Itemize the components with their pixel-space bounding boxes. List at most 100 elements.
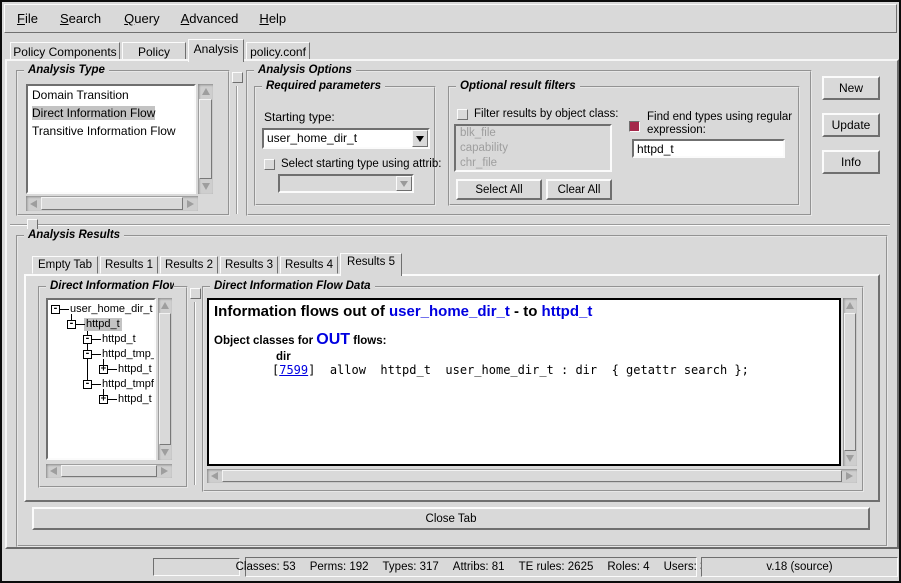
tree-node-selected[interactable]: - httpd_t [48, 317, 154, 332]
data-vscrollbar[interactable] [843, 298, 857, 466]
tab-policy-rules[interactable]: Policy Rules [122, 42, 186, 60]
tab-policy-components[interactable]: Policy Components [10, 42, 120, 60]
scroll-up-icon[interactable] [199, 85, 212, 98]
stat-users: Users: 3 [664, 561, 707, 573]
vertical-sash-line [236, 86, 238, 214]
tree-node[interactable]: - httpd_tmpfs_t [48, 377, 154, 392]
list-item[interactable]: Transitive Information Flow [28, 122, 194, 140]
update-button[interactable]: Update [822, 113, 880, 137]
scroll-left-icon[interactable] [27, 197, 40, 210]
tree-node-label[interactable]: user_home_dir_t [68, 303, 155, 316]
tree-node-label[interactable]: httpd_t [100, 333, 138, 346]
vertical-sash-handle[interactable] [232, 72, 243, 83]
analysis-type-vscrollbar[interactable] [198, 84, 213, 194]
scrollbar-thumb[interactable] [222, 470, 842, 482]
flow-header: Information flows out of user_home_dir_t… [214, 303, 834, 320]
tab-analysis[interactable]: Analysis [188, 39, 244, 62]
tree-node[interactable]: + httpd_t [48, 392, 154, 407]
regex-input[interactable] [632, 139, 785, 158]
scroll-up-icon[interactable] [159, 299, 171, 312]
tab-results-1[interactable]: Results 1 [100, 256, 158, 274]
tree-node[interactable]: - user_home_dir_t [48, 302, 154, 317]
tree-node[interactable]: + httpd_t [48, 362, 154, 377]
status-version-panel: v.18 (source) [701, 557, 898, 577]
tree-expand-icon[interactable]: - [83, 335, 92, 344]
scrollbar-thumb[interactable] [159, 313, 171, 445]
flow-tree: - user_home_dir_t - httpd_t - httpd_t - … [46, 298, 156, 460]
new-button[interactable]: New [822, 76, 880, 100]
tree-expand-icon[interactable]: + [99, 365, 108, 374]
analysis-type-hscrollbar[interactable] [26, 196, 198, 211]
tab-results-5[interactable]: Results 5 [340, 253, 402, 276]
list-item: capability [456, 141, 610, 156]
scroll-down-icon[interactable] [159, 446, 171, 459]
menu-file[interactable]: File [13, 9, 42, 28]
attrib-checkbox-label[interactable]: Select starting type using attrib: [281, 158, 441, 170]
analysis-options-title: Analysis Options [254, 64, 356, 76]
select-all-button[interactable]: Select All [456, 179, 542, 200]
tree-vscrollbar[interactable] [158, 298, 172, 460]
scroll-right-icon[interactable] [184, 197, 197, 210]
scroll-up-icon[interactable] [844, 299, 856, 312]
results-sash-handle[interactable] [190, 288, 201, 299]
filter-object-class-checkbox[interactable] [457, 109, 468, 120]
tree-expand-icon[interactable]: - [51, 305, 60, 314]
scroll-left-icon[interactable] [47, 465, 60, 477]
list-item[interactable]: Domain Transition [28, 86, 194, 104]
close-tab-button[interactable]: Close Tab [32, 507, 870, 530]
tab-policy-conf[interactable]: policy.conf [246, 42, 310, 60]
tree-node-label[interactable]: httpd_tmpfs_t [100, 378, 156, 391]
starting-type-combobox[interactable]: user_home_dir_t [262, 128, 430, 149]
stat-classes: Classes: 53 [236, 561, 296, 573]
regex-checkbox-label[interactable]: Find end types using regular expression: [647, 111, 793, 137]
list-item: chr_file [456, 156, 610, 171]
tree-node[interactable]: - httpd_tmp_t [48, 347, 154, 362]
tree-expand-icon[interactable]: - [83, 380, 92, 389]
tab-empty[interactable]: Empty Tab [32, 256, 98, 274]
tree-node[interactable]: - httpd_t [48, 332, 154, 347]
list-item-selected[interactable]: Direct Information Flow [28, 104, 194, 122]
attrib-checkbox[interactable] [264, 159, 275, 170]
scroll-right-icon[interactable] [843, 470, 856, 482]
menu-query[interactable]: Query [120, 9, 163, 28]
menu-help[interactable]: Help [255, 9, 290, 28]
filter-object-class-label[interactable]: Filter results by object class: [474, 108, 618, 120]
flow-tree-title: Direct Information Flow T [46, 280, 174, 292]
clear-all-button[interactable]: Clear All [546, 179, 612, 200]
tab-results-2[interactable]: Results 2 [160, 256, 218, 274]
scroll-left-icon[interactable] [208, 470, 221, 482]
menu-search[interactable]: Search [56, 9, 105, 28]
menu-advanced[interactable]: Advanced [177, 9, 243, 28]
status-empty-panel [153, 558, 240, 576]
tree-node-label[interactable]: httpd_t [116, 363, 154, 376]
scrollbar-thumb[interactable] [41, 197, 183, 210]
scrollbar-thumb[interactable] [844, 313, 856, 451]
info-button[interactable]: Info [822, 150, 880, 174]
scroll-right-icon[interactable] [158, 465, 171, 477]
object-classes-line: Object classes for OUT flows: [214, 331, 834, 349]
dropdown-arrow-icon [396, 176, 412, 191]
tree-expand-icon[interactable]: + [99, 395, 108, 404]
tree-node-label[interactable]: httpd_tmp_t [100, 348, 156, 361]
tree-expand-icon[interactable]: - [83, 350, 92, 359]
regex-checkbox[interactable] [629, 121, 640, 132]
flow-data-text[interactable]: Information flows out of user_home_dir_t… [207, 298, 841, 466]
tab-results-3[interactable]: Results 3 [220, 256, 278, 274]
dropdown-arrow-icon[interactable] [412, 130, 428, 147]
tab-results-4[interactable]: Results 4 [280, 256, 338, 274]
tree-hscrollbar[interactable] [46, 464, 172, 478]
scroll-down-icon[interactable] [199, 180, 212, 193]
tree-node-label[interactable]: httpd_t [84, 318, 122, 331]
analysis-results-title: Analysis Results [24, 229, 124, 241]
horizontal-sash-line [10, 224, 890, 226]
rule-id-link[interactable]: 7599 [279, 363, 308, 377]
list-item: blk_file [456, 126, 610, 141]
flow-data-title: Direct Information Flow Data [210, 280, 375, 292]
tree-expand-icon[interactable]: - [67, 320, 76, 329]
optional-filters-title: Optional result filters [456, 80, 580, 92]
data-hscrollbar[interactable] [207, 469, 857, 483]
tree-node-label[interactable]: httpd_t [116, 393, 154, 406]
scrollbar-thumb[interactable] [199, 99, 212, 179]
scroll-down-icon[interactable] [844, 452, 856, 465]
scrollbar-thumb[interactable] [61, 465, 157, 477]
